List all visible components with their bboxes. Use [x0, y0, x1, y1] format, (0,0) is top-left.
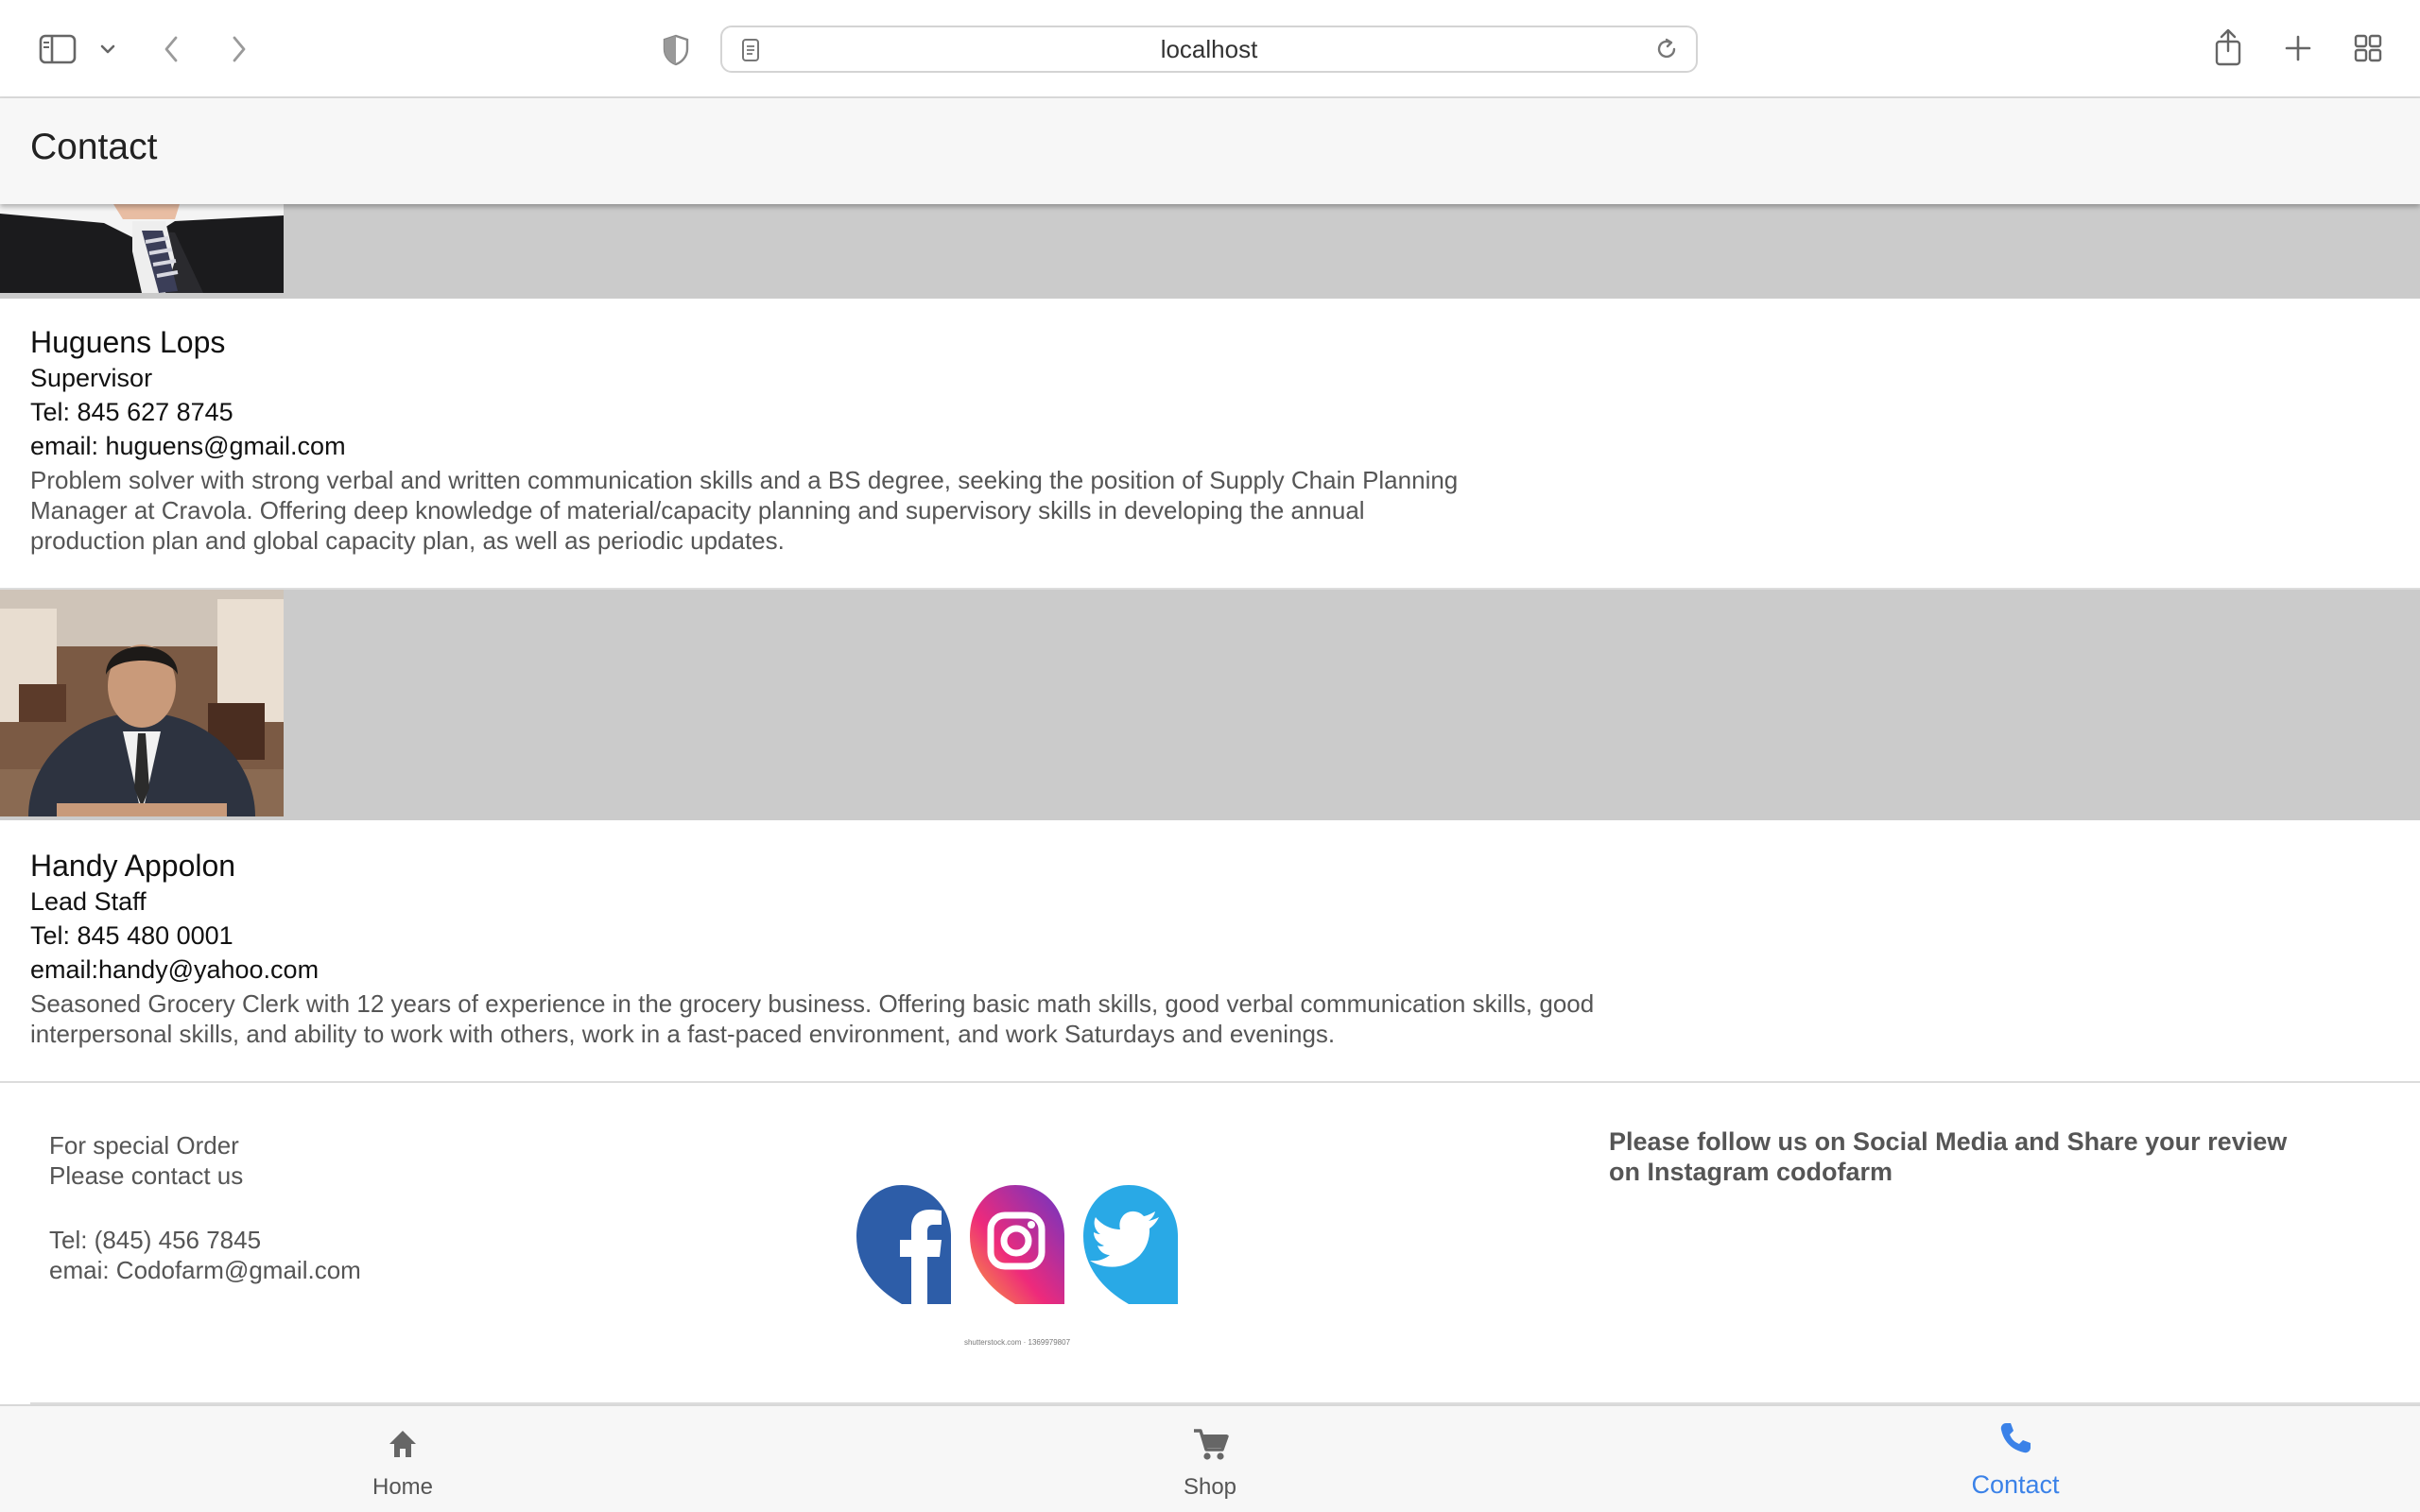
contact-photo — [0, 204, 284, 293]
nav-home[interactable]: Home — [261, 1406, 544, 1512]
cart-icon — [1191, 1425, 1231, 1468]
back-icon[interactable] — [155, 30, 187, 68]
social-follow-text: Please follow us on Social Media and Sha… — [1609, 1127, 2288, 1186]
home-icon — [384, 1425, 422, 1468]
nav-contact[interactable]: Contact — [1874, 1406, 2157, 1512]
nav-shop[interactable]: Shop — [1068, 1406, 1352, 1512]
browser-toolbar: localhost — [0, 0, 2420, 98]
share-icon[interactable] — [2210, 26, 2246, 68]
contact-phone[interactable]: Tel: 845 480 0001 — [30, 919, 1599, 953]
privacy-shield-icon[interactable] — [658, 32, 694, 68]
social-icons — [855, 1172, 1180, 1323]
photo-band — [0, 590, 2420, 820]
url-text: localhost — [1160, 35, 1258, 63]
contact-role: Lead Staff — [30, 887, 147, 916]
contact-card: Huguens Lops Supervisor Tel: 845 627 874… — [30, 323, 1467, 556]
forward-icon[interactable] — [223, 30, 255, 68]
address-bar[interactable]: localhost — [720, 26, 1698, 73]
instagram-icon[interactable] — [970, 1185, 1064, 1304]
sidebar-toggle-icon[interactable] — [36, 32, 79, 66]
nav-label: Shop — [1183, 1474, 1237, 1500]
contact-list: Huguens Lops Supervisor Tel: 845 627 874… — [0, 204, 2420, 1404]
nav-label: Home — [372, 1474, 434, 1500]
footer-email[interactable]: emai: Codofarm@gmail.com — [49, 1255, 361, 1285]
contact-photo — [0, 590, 284, 816]
app-header: Contact — [0, 98, 2420, 204]
contact-phone[interactable]: Tel: 845 627 8745 — [30, 395, 1467, 429]
contact-name: Huguens Lops — [30, 325, 226, 359]
page-title: Contact — [30, 127, 158, 167]
contact-email[interactable]: email: huguens@gmail.com — [30, 429, 1467, 463]
contact-email[interactable]: email:handy@yahoo.com — [30, 953, 1599, 987]
twitter-icon[interactable] — [1083, 1185, 1178, 1304]
contact-card: Handy Appolon Lead Staff Tel: 845 480 00… — [30, 847, 1599, 1049]
image-caption: shutterstock.com · 1369979807 — [963, 1338, 1071, 1347]
footer-contact-info: For special Order Please contact us Tel:… — [49, 1130, 361, 1285]
reload-icon[interactable] — [1654, 37, 1679, 66]
chevron-down-icon[interactable] — [95, 36, 121, 62]
footer-order-line: For special Order — [49, 1131, 239, 1160]
contact-bio: Problem solver with strong verbal and wr… — [30, 466, 1459, 555]
nav-label: Contact — [1971, 1470, 2060, 1499]
contact-bio: Seasoned Grocery Clerk with 12 years of … — [30, 989, 1595, 1048]
tab-overview-icon[interactable] — [2350, 30, 2386, 66]
photo-band — [0, 204, 2420, 299]
facebook-icon[interactable] — [856, 1185, 951, 1304]
phone-icon — [1996, 1419, 2034, 1462]
new-tab-icon[interactable] — [2280, 30, 2316, 66]
contact-name: Handy Appolon — [30, 849, 236, 883]
contact-role: Supervisor — [30, 364, 153, 392]
footer-order-line: Please contact us — [49, 1161, 244, 1190]
footer-phone[interactable]: Tel: (845) 456 7845 — [49, 1225, 361, 1255]
divider — [0, 1081, 2420, 1083]
bottom-nav: Home Shop Contact — [0, 1404, 2420, 1512]
